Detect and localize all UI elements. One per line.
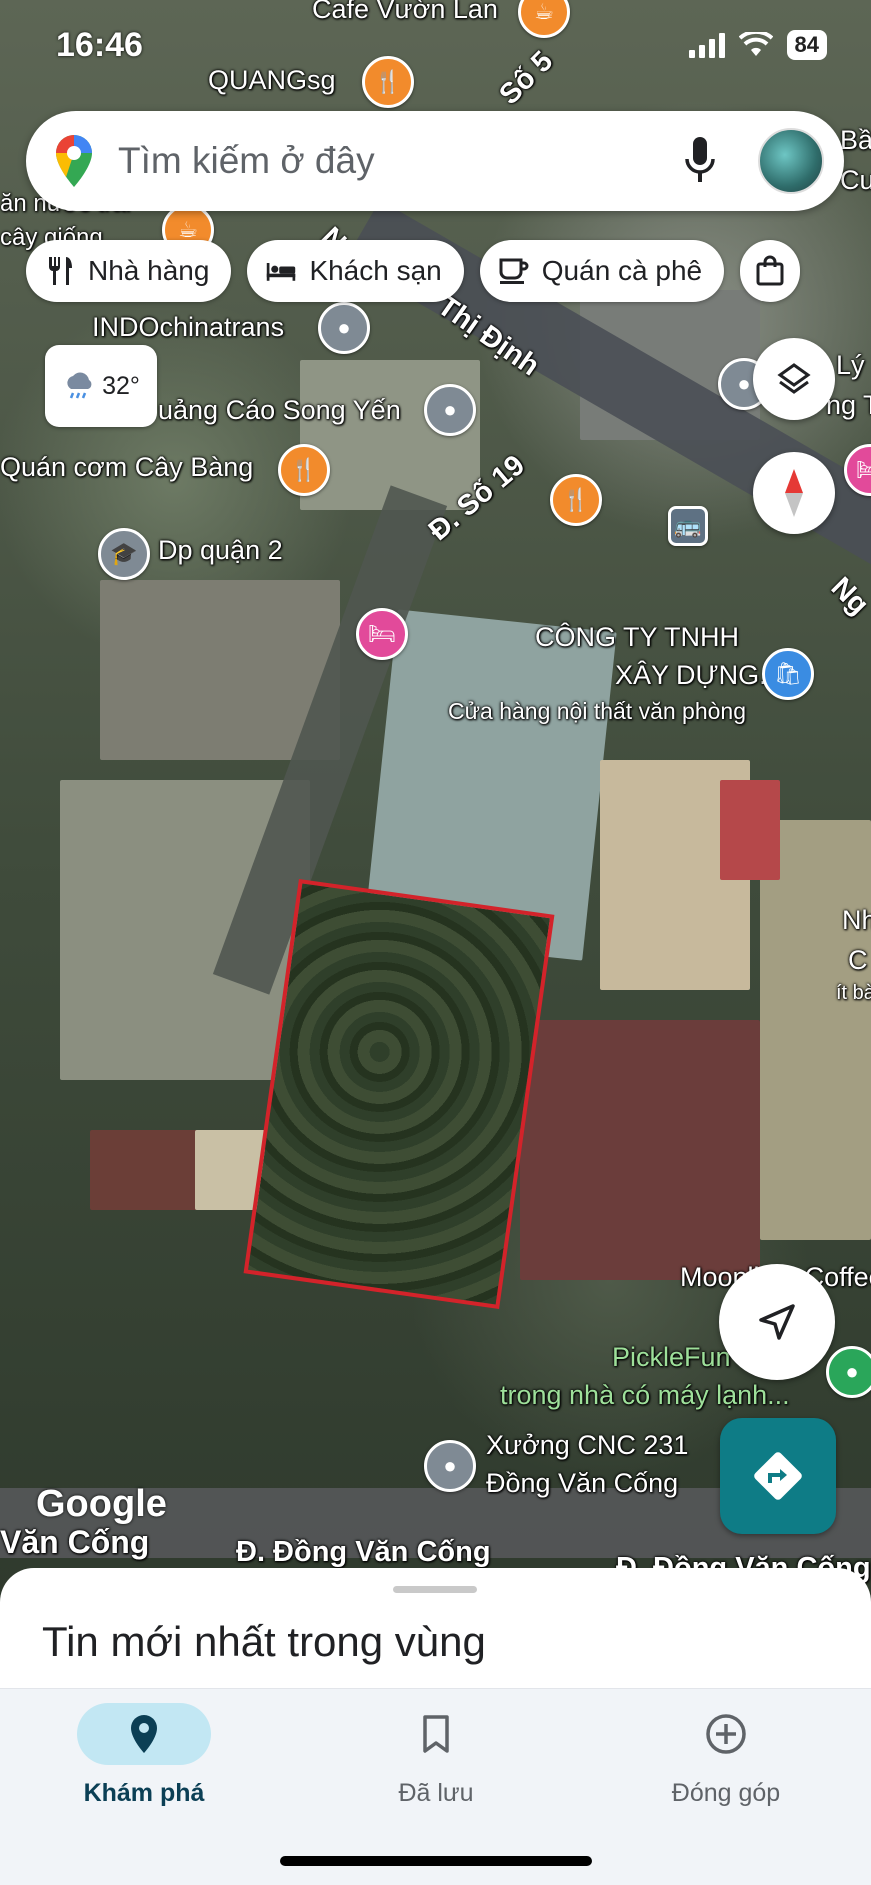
map-label: XÂY DỰNG...: [615, 660, 782, 690]
status-bar: 16:46 84: [0, 0, 871, 90]
avatar[interactable]: [758, 128, 824, 194]
sheet-drag-handle[interactable]: [393, 1586, 477, 1593]
school-poi-icon[interactable]: 🎓: [98, 528, 150, 580]
map-label: Nh: [842, 905, 871, 935]
search-bar[interactable]: Tìm kiếm ở đây: [26, 111, 844, 211]
nav-pill: [659, 1703, 793, 1765]
chip-hotels[interactable]: Khách sạn: [247, 240, 464, 302]
map-label: Xưởng CNC 231: [486, 1430, 689, 1460]
map-label: C: [848, 945, 868, 975]
map-label: Bầ: [840, 125, 871, 155]
weather-badge[interactable]: 32°: [45, 345, 157, 427]
place-poi-icon[interactable]: ●: [424, 1440, 476, 1492]
road-label: Văn Cống: [0, 1524, 150, 1560]
map-label: trong nhà có máy lạnh...: [500, 1380, 790, 1410]
weather-temp: 32°: [102, 371, 140, 400]
compass-icon: [785, 469, 803, 517]
road-label: Ng: [824, 571, 871, 622]
cellular-signal-icon: [688, 32, 725, 58]
map-label: Quán cơm Cây Bàng: [0, 452, 254, 482]
microphone-icon[interactable]: [680, 131, 720, 191]
my-location-button[interactable]: [719, 1264, 835, 1380]
bookmark-icon: [423, 1715, 449, 1753]
map-label: ít bà: [836, 982, 871, 1004]
status-icons: 84: [688, 30, 827, 60]
bottom-sheet[interactable]: Tin mới nhất trong vùng: [0, 1568, 871, 1688]
nav-pill: [77, 1703, 211, 1765]
directions-button[interactable]: [720, 1418, 836, 1534]
battery-indicator: 84: [786, 30, 827, 60]
highlighted-land-plot[interactable]: [243, 878, 555, 1310]
nav-label: Đã lưu: [398, 1779, 474, 1807]
shopping-poi-icon[interactable]: 🛍: [762, 648, 814, 700]
coffee-cup-icon: [498, 255, 530, 287]
place-poi-icon[interactable]: ●: [424, 384, 476, 436]
map-label: INDOchinatrans: [92, 312, 285, 342]
chip-label: Quán cà phê: [541, 255, 703, 286]
bus-stop-icon[interactable]: 🚌: [668, 506, 708, 546]
bed-icon: [265, 255, 297, 287]
hotel-poi-icon[interactable]: 🛏: [356, 608, 408, 660]
map-label: PickleFun: [612, 1342, 731, 1372]
shopping-bag-icon: [754, 255, 786, 287]
map-label: Dp quận 2: [158, 535, 283, 565]
map-label: CÔNG TY TNHH: [535, 622, 740, 652]
category-chips: Nhà hàng Khách sạn Quán cà phê: [26, 240, 801, 302]
small-brown-roof: [90, 1130, 200, 1210]
nav-item-explore[interactable]: Khám phá: [24, 1703, 264, 1808]
nav-pill: [369, 1703, 503, 1765]
sheet-title: Tin mới nhất trong vùng: [42, 1618, 486, 1665]
layers-icon: [777, 363, 811, 394]
place-poi-icon[interactable]: ●: [318, 302, 370, 354]
map-label: Cu: [840, 165, 871, 195]
chip-restaurants[interactable]: Nhà hàng: [26, 240, 232, 302]
wifi-icon: [738, 32, 773, 56]
location-pin-icon: [131, 1715, 157, 1753]
compass-button[interactable]: [753, 452, 835, 534]
map-label: uảng Cáo Song Yến: [158, 395, 401, 425]
nav-item-saved[interactable]: Đã lưu: [316, 1703, 556, 1808]
nav-label: Khám phá: [83, 1779, 205, 1807]
map-label: Lý B: [836, 350, 871, 380]
road-label: Đ. Đồng Văn Cống: [236, 1536, 491, 1568]
fork-knife-icon: [44, 255, 76, 287]
search-input[interactable]: Tìm kiếm ở đây: [118, 140, 680, 182]
add-circle-icon: [706, 1714, 746, 1754]
map-label: ng T: [826, 390, 871, 420]
brown-roof: [520, 1020, 760, 1280]
google-logo: Google: [36, 1483, 167, 1525]
home-indicator[interactable]: [280, 1856, 592, 1866]
cloud-rain-icon: [67, 372, 92, 399]
restaurant-poi-icon[interactable]: 🍴: [278, 444, 330, 496]
google-maps-logo-icon: [56, 135, 92, 187]
directions-icon: [754, 1452, 802, 1500]
chip-label: Nhà hàng: [88, 255, 210, 286]
beige-roof: [760, 820, 871, 1240]
layers-button[interactable]: [753, 338, 835, 420]
place-poi-icon[interactable]: ●: [826, 1346, 871, 1398]
nav-label: Đóng góp: [671, 1779, 781, 1807]
status-time: 16:46: [56, 26, 143, 64]
map-label: Cửa hàng nội thất văn phòng: [448, 698, 747, 724]
nav-item-contribute[interactable]: Đóng góp: [606, 1703, 846, 1808]
restaurant-poi-icon[interactable]: 🍴: [550, 474, 602, 526]
chip-label: Khách sạn: [309, 255, 442, 286]
chip-shopping[interactable]: [740, 240, 801, 302]
chip-cafes[interactable]: Quán cà phê: [479, 240, 725, 302]
red-roof: [720, 780, 780, 880]
map-label: Đồng Văn Cống: [486, 1468, 679, 1498]
navigation-arrow-icon: [759, 1304, 795, 1340]
